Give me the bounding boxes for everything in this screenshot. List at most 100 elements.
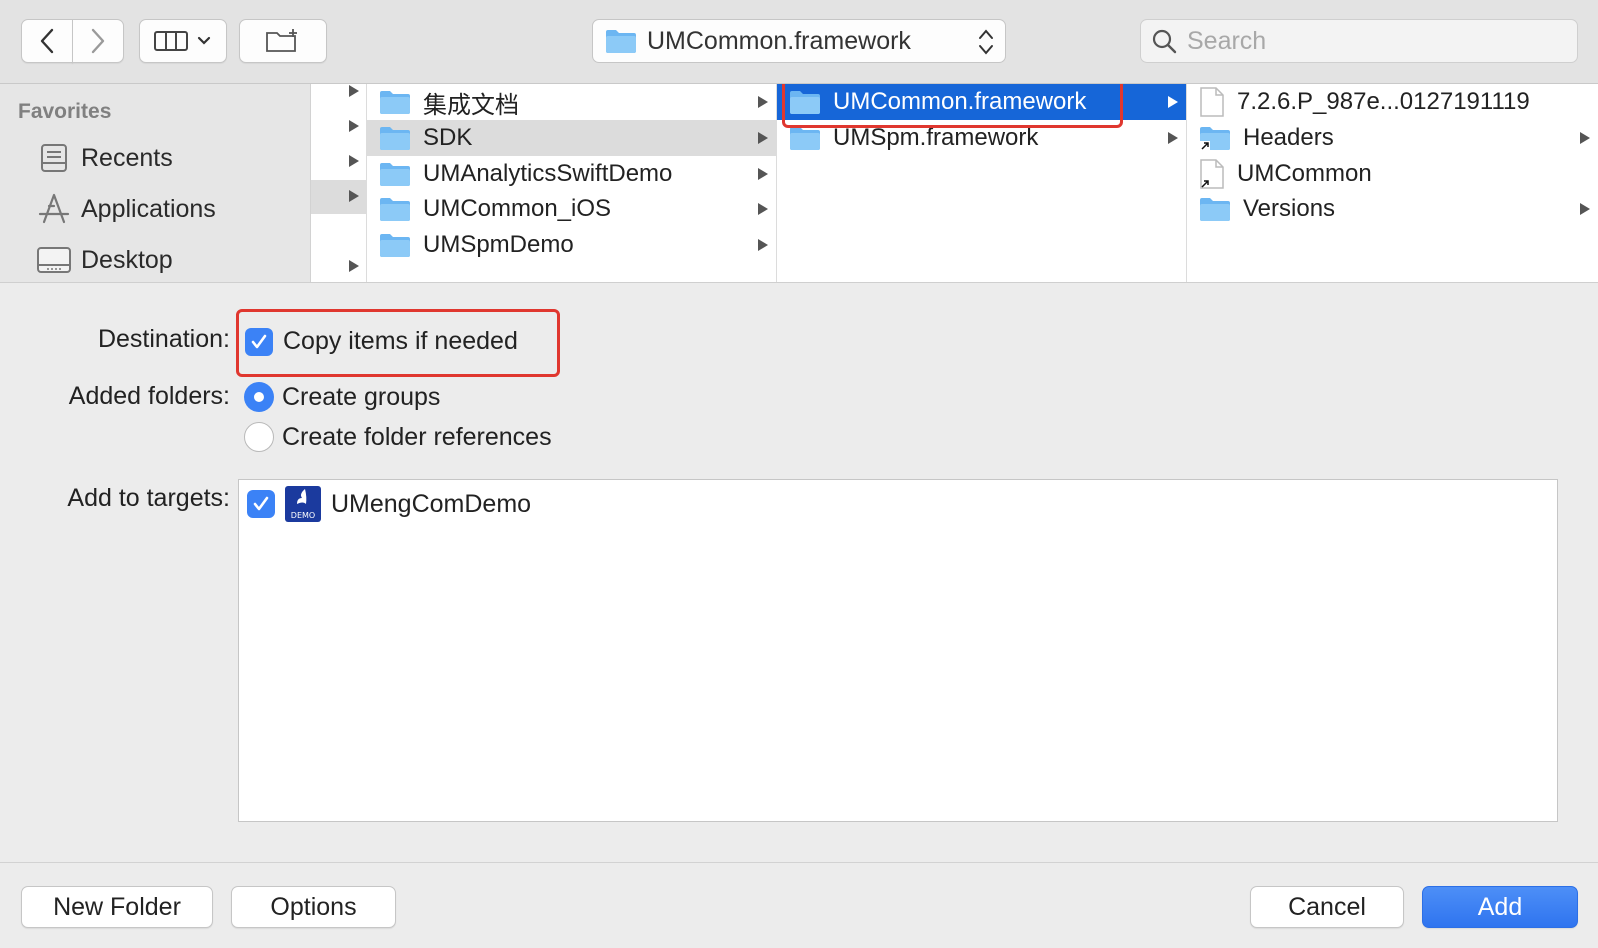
folder-icon <box>379 196 411 222</box>
add-to-targets-label: Add to targets: <box>67 484 230 512</box>
disclosure-arrow-icon <box>758 132 768 144</box>
list-item[interactable]: UMSpmDemo <box>367 227 776 263</box>
recents-icon <box>36 140 72 176</box>
item-label: UMCommon_iOS <box>423 195 612 222</box>
list-item[interactable]: Headers <box>1187 120 1598 156</box>
app-target-icon: DEMO <box>285 486 321 522</box>
sidebar-item-recents[interactable]: Recents <box>36 136 173 180</box>
cancel-button[interactable]: Cancel <box>1250 886 1404 928</box>
checkbox-checked-icon <box>245 327 273 356</box>
item-label: 集成文档 <box>423 91 519 119</box>
item-label: 7.2.6.P_987e...0127191119 <box>1237 88 1530 115</box>
list-item-selected[interactable]: UMCommon.framework <box>777 84 1186 120</box>
item-label: UMCommon <box>1237 160 1372 187</box>
search-input[interactable] <box>1187 26 1567 56</box>
list-item[interactable]: Versions <box>1187 191 1598 227</box>
back-button[interactable] <box>21 19 73 63</box>
new-folder-button[interactable]: New Folder <box>21 886 213 928</box>
new-folder-icon <box>266 29 297 52</box>
disclosure-arrow-icon <box>758 168 768 180</box>
item-label: UMAnalyticsSwiftDemo <box>423 160 673 187</box>
sidebar-item-label: Recents <box>81 143 173 172</box>
item-label: Headers <box>1243 124 1334 151</box>
disclosure-arrow-icon <box>349 260 359 272</box>
folder-icon <box>789 89 821 115</box>
folder-icon <box>379 125 411 151</box>
folder-icon <box>379 232 411 258</box>
disclosure-arrow-icon <box>1168 132 1178 144</box>
desktop-icon <box>36 242 72 278</box>
updown-chevron-icon <box>979 29 993 55</box>
sidebar-item-applications[interactable]: Applications <box>36 187 216 231</box>
sidebar-item-label: Desktop <box>81 245 173 274</box>
browser-column-1: 集成文档 SDK UMAnalyticsSwiftDemo UMCommon_i… <box>367 84 777 282</box>
list-item[interactable]: SDK <box>367 120 776 156</box>
bottom-bar: New Folder Options Cancel Add <box>0 862 1598 948</box>
disclosure-arrow-icon <box>349 190 359 202</box>
disclosure-arrow-icon <box>1168 96 1178 108</box>
create-folder-references-label: Create folder references <box>282 422 552 451</box>
document-alias-icon <box>1199 159 1225 189</box>
create-groups-radio[interactable]: Create groups <box>244 382 440 412</box>
list-item[interactable]: UMAnalyticsSwiftDemo <box>367 156 776 192</box>
item-label: UMSpmDemo <box>423 231 574 258</box>
disclosure-arrow-icon <box>758 203 768 215</box>
target-row[interactable]: DEMO UMengComDemo <box>247 486 531 522</box>
item-label: SDK <box>423 124 473 151</box>
target-name: UMengComDemo <box>331 489 532 518</box>
path-selector-label: UMCommon.framework <box>647 26 911 55</box>
folder-icon <box>606 30 636 53</box>
options-button[interactable]: Options <box>231 886 396 928</box>
sidebar-heading: Favorites <box>18 100 112 123</box>
radio-unselected-icon <box>244 422 274 452</box>
new-folder-toolbar-button[interactable] <box>239 19 327 63</box>
add-button[interactable]: Add <box>1422 886 1578 928</box>
sidebar-item-desktop[interactable]: Desktop <box>36 238 173 282</box>
toolbar: UMCommon.framework <box>0 0 1598 84</box>
folder-icon <box>789 125 821 151</box>
chevron-left-icon <box>40 28 54 54</box>
folder-icon <box>379 89 411 115</box>
browser-column-parent[interactable] <box>311 84 367 282</box>
chevron-down-icon <box>197 36 211 45</box>
app-icon-text: DEMO <box>290 511 316 520</box>
disclosure-arrow-icon <box>349 85 359 97</box>
create-groups-label: Create groups <box>282 382 441 411</box>
folder-alias-icon <box>1199 125 1231 151</box>
browser-column-2: UMCommon.framework UMSpm.framework <box>777 84 1187 282</box>
sidebar: Favorites Recents Applications Desktop <box>0 84 311 282</box>
item-label: UMCommon.framework <box>833 88 1087 115</box>
list-item[interactable]: UMSpm.framework <box>777 120 1186 156</box>
copy-items-label: Copy items if needed <box>283 327 518 355</box>
forward-button[interactable] <box>72 19 124 63</box>
disclosure-arrow-icon <box>1580 203 1590 215</box>
column-view-icon <box>154 31 188 51</box>
disclosure-arrow-icon <box>758 96 768 108</box>
added-folders-label: Added folders: <box>68 382 230 410</box>
document-icon <box>1199 87 1225 117</box>
create-folder-references-radio[interactable]: Create folder references <box>244 422 552 452</box>
list-item[interactable]: UMCommon_iOS <box>367 191 776 227</box>
list-item[interactable]: 7.2.6.P_987e...0127191119 <box>1187 84 1598 120</box>
checkbox-checked-icon[interactable] <box>247 490 275 518</box>
path-selector[interactable]: UMCommon.framework <box>592 19 1006 63</box>
copy-items-checkbox[interactable]: Copy items if needed <box>245 327 518 356</box>
folder-icon <box>1199 196 1231 222</box>
targets-list: DEMO UMengComDemo <box>238 479 1558 822</box>
disclosure-arrow-icon <box>349 120 359 132</box>
list-item[interactable]: 集成文档 <box>367 84 776 120</box>
item-label: Versions <box>1243 195 1336 222</box>
disclosure-arrow-icon <box>349 155 359 167</box>
chevron-right-icon <box>91 28 105 54</box>
folder-icon <box>379 161 411 187</box>
item-label: UMSpm.framework <box>833 124 1039 151</box>
view-mode-button[interactable] <box>139 19 227 63</box>
search-icon <box>1152 29 1177 54</box>
destination-label: Destination: <box>97 325 230 353</box>
browser-column-3: 7.2.6.P_987e...0127191119 Headers UMComm… <box>1187 84 1598 282</box>
applications-icon <box>36 191 72 227</box>
file-browser: Favorites Recents Applications Desktop 集… <box>0 84 1598 283</box>
search-field[interactable] <box>1140 19 1578 63</box>
disclosure-arrow-icon <box>758 239 768 251</box>
list-item[interactable]: UMCommon <box>1187 156 1598 192</box>
